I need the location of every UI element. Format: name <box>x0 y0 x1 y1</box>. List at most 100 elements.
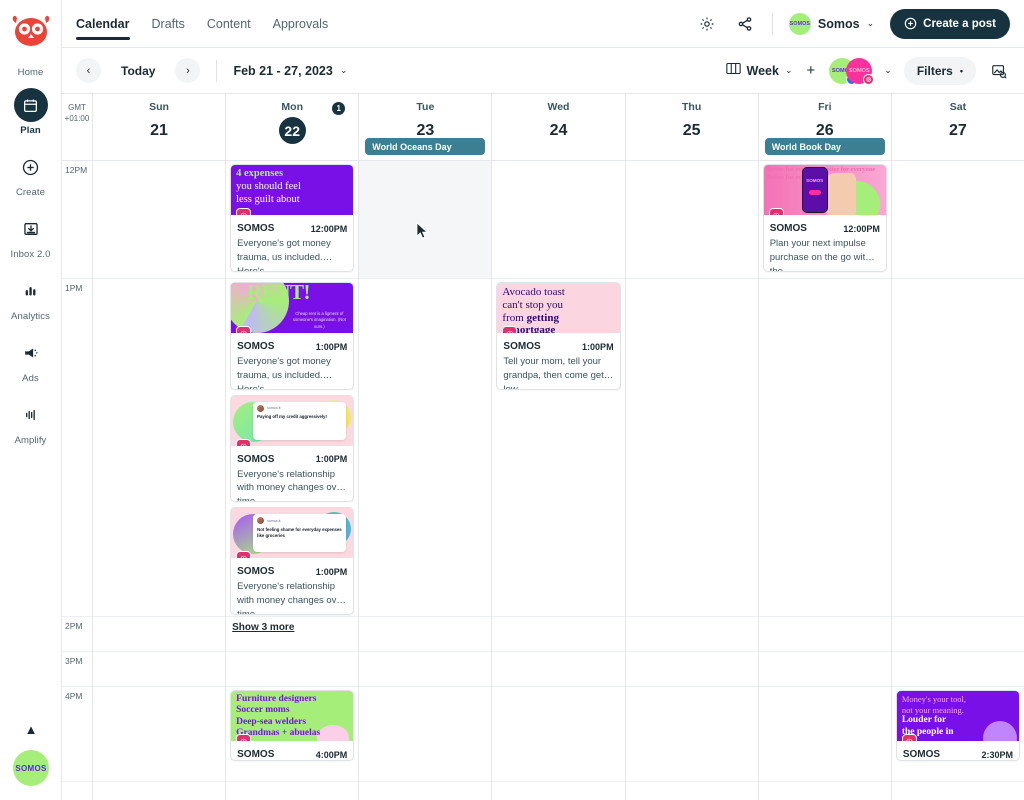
tab-calendar[interactable]: Calendar <box>76 0 130 48</box>
post-card[interactable]: Furniture designers Soccer moms Deep-sea… <box>230 690 355 761</box>
create-post-button[interactable]: Create a post <box>890 8 1010 39</box>
thumb-text-line: Grandmas + abuelas <box>236 728 321 739</box>
day-column-sat[interactable]: Money's your tool, not your meaning. Lou… <box>891 161 1024 800</box>
time-cell[interactable] <box>226 652 359 687</box>
time-cell[interactable] <box>891 161 1024 279</box>
post-card[interactable]: Better for everyone Better for everyone … <box>762 164 887 272</box>
time-cell[interactable] <box>758 617 891 652</box>
sidebar-item-create[interactable]: Create <box>0 150 62 198</box>
sidebar-item-inbox[interactable]: Inbox 2.0 <box>0 212 62 260</box>
time-cell[interactable]: Better for everyone Better for everyone … <box>758 161 891 279</box>
time-cell[interactable] <box>359 652 492 687</box>
time-cell[interactable] <box>93 617 226 652</box>
post-card[interactable]: somos.it Not feeling shame for everyday … <box>230 507 355 615</box>
prev-week-button[interactable]: ‹ <box>76 58 101 83</box>
time-cell[interactable] <box>93 652 226 687</box>
sidebar-item-plan[interactable]: Plan <box>0 88 62 136</box>
time-cell[interactable] <box>625 687 758 782</box>
time-cell[interactable]: 4 expenses you should feel less guilt ab… <box>226 161 359 279</box>
sidebar-item-home[interactable]: Home <box>0 64 62 78</box>
time-cell[interactable]: Money's your tool, not your meaning. Lou… <box>891 687 1024 782</box>
time-cell[interactable]: Avocado toast can't stop you from gettin… <box>492 279 625 617</box>
tab-drafts[interactable]: Drafts <box>152 0 185 48</box>
time-cell[interactable] <box>891 279 1024 617</box>
sidebar-item-amplify[interactable]: Amplify <box>0 398 62 446</box>
day-header-fri[interactable]: Fri 26 World Book Day <box>759 94 892 160</box>
add-profile-button[interactable]: + <box>805 62 818 79</box>
time-cell[interactable] <box>359 279 492 617</box>
day-header-tue[interactable]: Tue 23 World Oceans Day <box>359 94 493 160</box>
image-export-icon[interactable] <box>988 60 1010 82</box>
chevron-down-icon[interactable]: ⌄ <box>884 65 892 76</box>
time-cell-hovered[interactable] <box>359 161 492 279</box>
time-cell[interactable] <box>625 652 758 687</box>
time-cell[interactable] <box>625 161 758 279</box>
day-notification-badge[interactable]: 1 <box>332 102 346 115</box>
time-cell[interactable]: Furniture designers Soccer moms Deep-sea… <box>226 687 359 782</box>
time-cell[interactable] <box>226 617 359 652</box>
time-cell[interactable] <box>359 617 492 652</box>
post-card[interactable]: 4 expenses you should feel less guilt ab… <box>230 164 355 272</box>
time-cell[interactable] <box>758 687 891 782</box>
owl-logo[interactable] <box>11 14 51 48</box>
account-selector[interactable]: SOMOS Somos ⌄ <box>788 12 874 35</box>
time-cell[interactable] <box>359 687 492 782</box>
time-cell[interactable] <box>492 617 625 652</box>
post-meta: SOMOS 1:00PM <box>231 558 353 577</box>
post-card[interactable]: Avocado toast can't stop you from gettin… <box>496 282 621 390</box>
day-header-mon[interactable]: Mon 22 1 <box>226 94 360 160</box>
today-button[interactable]: Today <box>111 64 165 78</box>
gear-icon[interactable] <box>696 13 718 35</box>
occasion-chip[interactable]: World Book Day <box>764 138 885 155</box>
time-cell[interactable] <box>93 279 226 617</box>
time-cell[interactable] <box>891 617 1024 652</box>
day-column-fri[interactable]: Better for everyone Better for everyone … <box>758 161 892 800</box>
day-column-mon[interactable]: 4 expenses you should feel less guilt ab… <box>226 161 360 800</box>
day-header-thu[interactable]: Thu 25 <box>626 94 759 160</box>
tab-approvals[interactable]: Approvals <box>273 0 329 48</box>
create-post-label: Create a post <box>923 17 996 30</box>
plus-circle-icon <box>904 17 917 30</box>
time-cell[interactable] <box>758 652 891 687</box>
time-cell[interactable] <box>93 687 226 782</box>
day-header-sun[interactable]: Sun 21 <box>93 94 227 160</box>
sidebar-item-analytics[interactable]: Analytics <box>0 274 62 322</box>
sidebar-item-ads[interactable]: Ads <box>0 336 62 384</box>
day-header-sat[interactable]: Sat 27 <box>892 94 1024 160</box>
time-cell[interactable] <box>758 279 891 617</box>
time-cell[interactable] <box>492 652 625 687</box>
next-week-button[interactable]: › <box>175 58 201 83</box>
date-range-selector[interactable]: Feb 21 - 27, 2023 ⌄ <box>233 64 347 78</box>
day-column-wed[interactable]: Avocado toast can't stop you from gettin… <box>492 161 626 800</box>
time-cell[interactable] <box>93 161 226 279</box>
chevron-up-icon[interactable]: ▲ <box>25 723 38 736</box>
post-brand: SOMOS <box>237 341 275 352</box>
filters-button[interactable]: Filters • <box>903 56 976 85</box>
section-tabs: Calendar Drafts Content Approvals <box>76 0 328 48</box>
post-card[interactable]: RENT! Cheap rent is a figment of someone… <box>230 282 355 390</box>
social-profiles-selector[interactable]: SOMOS f SOMOS ◎ <box>829 57 875 85</box>
tab-content[interactable]: Content <box>207 0 251 48</box>
view-mode-selector[interactable]: Week ⌄ <box>725 62 793 80</box>
avatar[interactable]: SOMOS <box>13 750 49 786</box>
instagram-icon: ◎ <box>863 73 875 85</box>
post-time: 1:00PM <box>315 341 348 352</box>
time-cell[interactable] <box>492 161 625 279</box>
time-cell[interactable] <box>891 652 1024 687</box>
day-column-sun[interactable] <box>93 161 227 800</box>
share-icon[interactable] <box>734 13 756 35</box>
thumb-text-line: you should feel <box>236 180 301 192</box>
day-header-wed[interactable]: Wed 24 <box>492 94 626 160</box>
post-thumbnail: somos.it Paying off my credit aggressive… <box>231 395 354 446</box>
thumb-text-line: from <box>502 311 527 324</box>
day-column-tue[interactable] <box>359 161 493 800</box>
post-card[interactable]: Money's your tool, not your meaning. Lou… <box>895 690 1020 761</box>
post-card[interactable]: somos.it Paying off my credit aggressive… <box>230 394 355 503</box>
time-cell[interactable]: RENT! Cheap rent is a figment of someone… <box>226 279 359 633</box>
time-cell[interactable] <box>492 687 625 782</box>
day-column-thu[interactable] <box>625 161 759 800</box>
time-cell[interactable] <box>625 279 758 617</box>
occasion-chip[interactable]: World Oceans Day <box>365 138 486 155</box>
time-cell[interactable] <box>625 617 758 652</box>
day-name: Wed <box>547 101 570 113</box>
